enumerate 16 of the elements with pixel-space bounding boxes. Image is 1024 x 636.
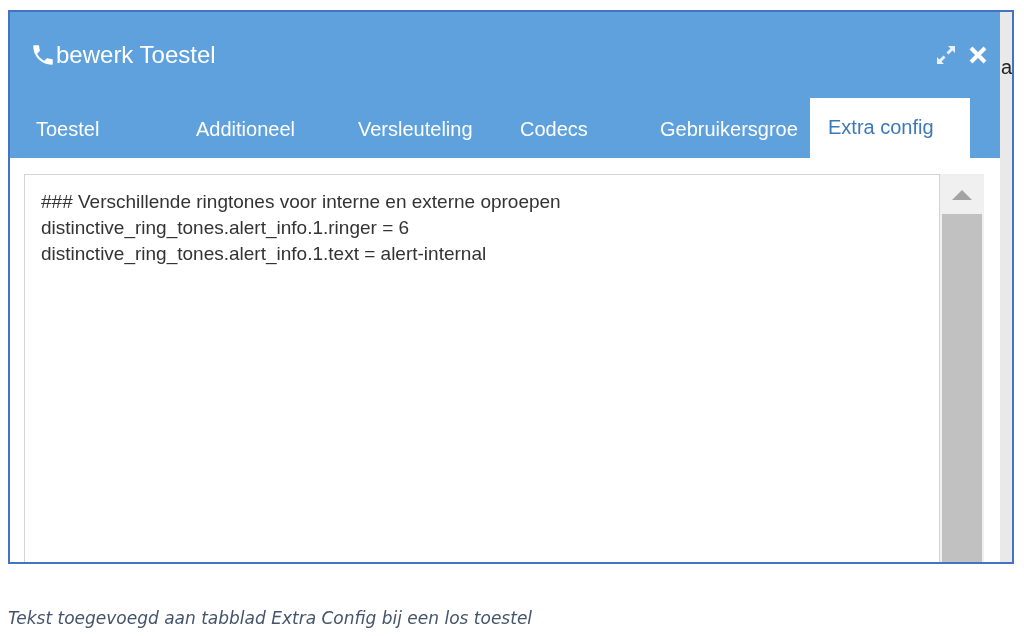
tab[interactable]: Additioneel	[170, 100, 332, 158]
dialog-title: bewerk Toestel	[56, 41, 217, 69]
config-line: distinctive_ring_tones.alert_info.1.text = alert-internal	[41, 242, 488, 267]
background-text: a	[999, 56, 1012, 79]
config-editor[interactable]: ### Verschillende ringtones voor interne en externe oproepen distinctive_ring_tones.alert_info.1.ringer = 6 distinctive_ring_tones.alert_info.1.text = alert-internal	[24, 174, 940, 562]
tab[interactable]: Codecs	[494, 100, 634, 158]
tab[interactable]: Versleuteling	[332, 100, 494, 158]
tab[interactable]: Toestel	[10, 100, 170, 158]
tab[interactable]: Extra config	[810, 98, 970, 158]
phone-icon	[30, 42, 56, 68]
tab[interactable]: Gebruikersgroe	[634, 100, 810, 158]
config-line: distinctive_ring_tones.alert_info.1.ringer = 6	[41, 216, 411, 241]
config-line: ### Verschillende ringtones voor interne en externe oproepen	[41, 190, 562, 214]
figure-caption: Tekst toegevoegd aan tabblad Extra Config bij een los toestel	[8, 608, 534, 628]
scrollbar[interactable]	[939, 174, 984, 562]
close-icon[interactable]	[967, 45, 988, 65]
